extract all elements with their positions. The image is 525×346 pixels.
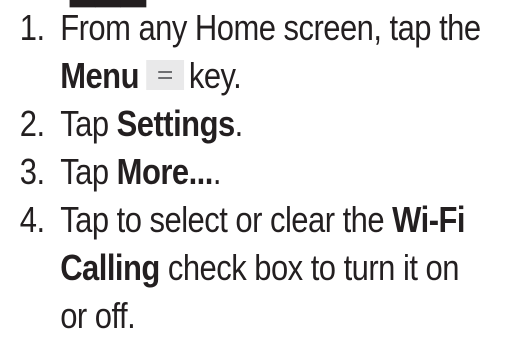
step-text: . [212, 151, 222, 192]
step-3: 3. Tap More.... [0, 148, 452, 196]
instruction-page: ▂▂▂ 1. From any Home screen, tap the Men… [0, 0, 525, 346]
step-text: key. [188, 55, 242, 96]
step-text: . [234, 103, 244, 144]
step-line: Menu key. [60, 52, 451, 100]
step-line: From any Home screen, tap the [60, 4, 481, 52]
step-number: 4. [19, 199, 45, 240]
step-number: 2. [19, 103, 45, 144]
step-line: Tap Settings. [60, 100, 451, 148]
step-text: check box to turn it on [159, 247, 460, 288]
step-line: Tap to select or clear the Wi-Fi [60, 196, 465, 244]
instruction-steps-list: 1. From any Home screen, tap the Menu key… [0, 4, 525, 340]
step-text: Tap [60, 103, 117, 144]
menu-key-label: Menu [60, 55, 139, 96]
wifi-label: Wi-Fi [392, 199, 465, 240]
step-line: Tap More.... [60, 148, 451, 196]
step-2: 2. Tap Settings. [0, 100, 452, 148]
calling-label: Calling [60, 247, 160, 288]
step-text: From any Home screen, tap the [60, 7, 481, 48]
more-label: More... [116, 151, 214, 192]
settings-label: Settings [116, 103, 236, 144]
step-text: Tap to select or clear the [60, 199, 393, 240]
step-text: Tap [60, 151, 117, 192]
cut-off-text-line: ▂▂▂ [70, 0, 146, 4]
step-4: 4. Tap to select or clear the Wi-Fi Call… [0, 196, 466, 340]
menu-icon [145, 60, 184, 91]
step-line: or off. [60, 292, 451, 340]
step-text: or off. [60, 295, 136, 336]
step-line: Calling check box to turn it on [60, 244, 459, 292]
step-1: 1. From any Home screen, tap the Menu key… [0, 4, 481, 100]
step-number: 3. [19, 151, 45, 192]
step-number: 1. [19, 7, 45, 48]
